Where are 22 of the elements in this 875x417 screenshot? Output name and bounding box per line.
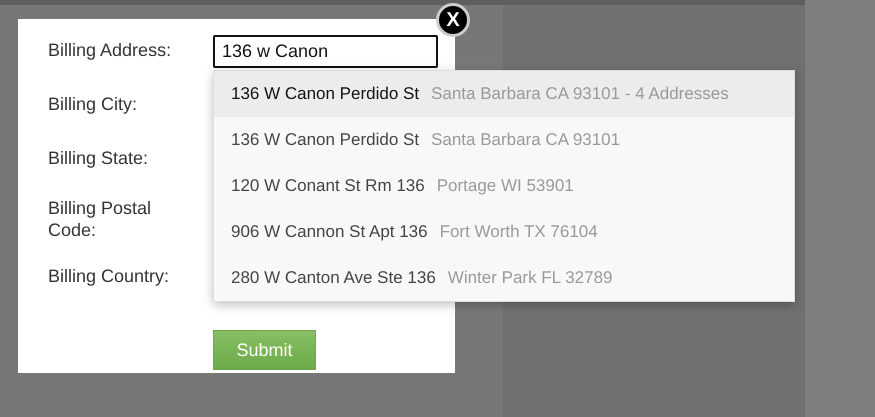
- street-text: 906 W Cannon St Apt 136: [231, 222, 428, 242]
- suggestion-item[interactable]: 120 W Conant St Rm 136 Portage WI 53901: [214, 163, 794, 209]
- street-text: 136 W Canon Perdido St: [231, 84, 420, 104]
- place-text: Santa Barbara CA 93101 - 4 Addresses: [431, 84, 729, 104]
- field-label: Billing City:: [48, 93, 138, 115]
- place-text: Portage WI 53901: [436, 176, 574, 196]
- field-label: Billing Country:: [48, 265, 170, 287]
- street-text: 136 W Canon Perdido St: [231, 130, 420, 150]
- suggestion-item[interactable]: 136 W Canon Perdido St Santa Barbara CA 93101 - 4 Addresses: [214, 71, 794, 117]
- place-text: Winter Park FL 32789: [448, 268, 613, 288]
- suggestion-item[interactable]: 136 W Canon Perdido St Santa Barbara CA 93101: [214, 117, 794, 163]
- address-input[interactable]: 136 w Canon: [213, 35, 438, 68]
- place-text: Santa Barbara CA 93101: [431, 130, 620, 150]
- street-text: 120 W Conant St Rm 136: [231, 176, 425, 196]
- close-button[interactable]: X: [436, 3, 470, 37]
- field-label: Billing Address:: [48, 39, 172, 61]
- street-text: 280 W Canton Ave Ste 136: [231, 268, 436, 288]
- place-text: Fort Worth TX 76104: [440, 222, 598, 242]
- field-label: Billing Postal Code:: [48, 197, 152, 241]
- field-label: Billing State:: [48, 147, 150, 169]
- suggestion-item[interactable]: 906 W Cannon St Apt 136 Fort Worth TX 76104: [214, 209, 794, 255]
- suggestion-item[interactable]: 280 W Canton Ave Ste 136 Winter Park FL 32789: [214, 255, 794, 301]
